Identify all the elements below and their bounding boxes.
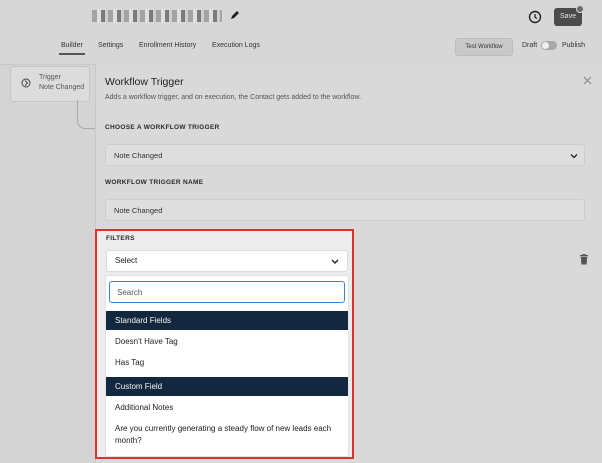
trigger-node-subtitle: Note Changed: [39, 84, 85, 91]
panel-description: Adds a workflow trigger, and on executio…: [105, 94, 362, 101]
history-icon[interactable]: [528, 10, 542, 24]
trigger-type-select[interactable]: Note Changed: [105, 144, 585, 166]
tab-execution-logs[interactable]: Execution Logs: [212, 42, 260, 49]
workflow-name-redacted: [92, 10, 222, 22]
trigger-name-label: WORKFLOW TRIGGER NAME: [105, 179, 204, 186]
group-header-custom-field: Custom Field: [106, 377, 348, 396]
filter-search-input[interactable]: [109, 281, 345, 303]
unsaved-indicator: [576, 5, 584, 13]
top-bar: Save Builder Settings Enrollment History…: [0, 0, 602, 65]
option-steady-flow-leads[interactable]: Are you currently generating a steady fl…: [106, 423, 348, 447]
close-icon[interactable]: [583, 76, 592, 85]
chevron-down-icon: [570, 154, 578, 159]
publish-label: Publish: [562, 42, 585, 49]
option-has-tag[interactable]: Has Tag: [106, 357, 348, 369]
group-header-standard-fields: Standard Fields: [106, 311, 348, 330]
test-workflow-button[interactable]: Test Workflow: [455, 38, 513, 56]
filter-select[interactable]: Select: [106, 250, 348, 272]
draft-label: Draft: [522, 42, 538, 49]
pencil-icon[interactable]: [229, 9, 241, 21]
publish-toggle[interactable]: [541, 41, 557, 50]
filters-highlight-region: FILTERS Select Standard Fields Doesn't H…: [95, 229, 354, 459]
choose-trigger-label: CHOOSE A WORKFLOW TRIGGER: [105, 124, 220, 131]
trigger-name-input[interactable]: Note Changed: [105, 199, 585, 221]
tab-builder[interactable]: Builder: [59, 42, 85, 55]
option-doesnt-have-tag[interactable]: Doesn't Have Tag: [106, 336, 348, 348]
panel-title: Workflow Trigger: [105, 76, 184, 88]
trigger-node[interactable]: Trigger Note Changed: [10, 66, 90, 102]
tab-settings[interactable]: Settings: [98, 42, 123, 49]
chevron-down-icon: [331, 259, 339, 264]
tab-enrollment-history[interactable]: Enrollment History: [139, 42, 196, 49]
filters-label: FILTERS: [106, 235, 135, 242]
filter-select-value: Select: [115, 256, 138, 265]
trigger-type-value: Note Changed: [114, 151, 163, 160]
trigger-node-title: Trigger: [39, 74, 61, 81]
trigger-icon: [21, 78, 31, 88]
option-additional-notes[interactable]: Additional Notes: [106, 402, 348, 414]
filter-dropdown-menu: Standard Fields Doesn't Have Tag Has Tag…: [105, 275, 349, 457]
trash-icon[interactable]: [579, 254, 589, 265]
